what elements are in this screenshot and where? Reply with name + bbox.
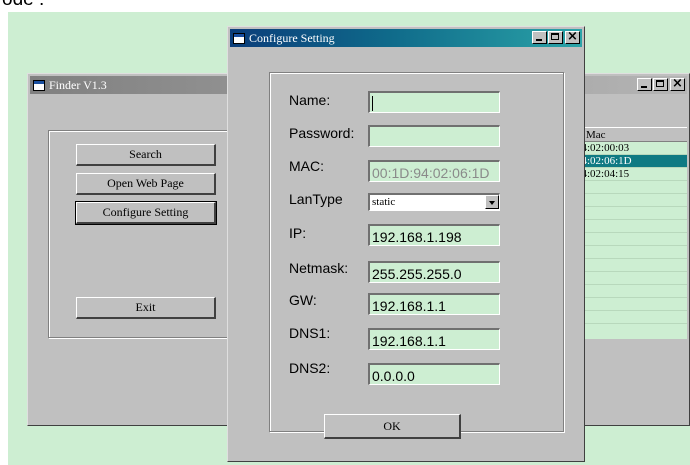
lantype-label: LanType	[289, 191, 343, 207]
dns1-field[interactable]: 192.168.1.1	[368, 328, 500, 350]
gw-field[interactable]: 192.168.1.1	[368, 293, 500, 315]
table-row-selected[interactable]: 94:02:06:1D	[576, 155, 687, 168]
table-row[interactable]	[576, 220, 687, 233]
lantype-select[interactable]: static	[368, 193, 500, 211]
name-field[interactable]	[368, 91, 500, 113]
ip-label: IP:	[289, 225, 307, 241]
configure-setting-dialog: Configure Setting × Name: Password: MAC:…	[227, 26, 585, 462]
text-caret	[372, 96, 373, 111]
table-row[interactable]: 94:02:04:15	[576, 168, 687, 181]
table-row[interactable]	[576, 285, 687, 298]
netmask-label: Netmask:	[289, 260, 349, 276]
window-app-icon	[233, 32, 245, 44]
dropdown-arrow-icon[interactable]	[485, 195, 499, 209]
dns1-label: DNS1:	[289, 325, 331, 341]
table-row[interactable]	[576, 311, 687, 324]
lantype-value: static	[372, 196, 396, 208]
table-row[interactable]	[576, 194, 687, 207]
dialog-title: Configure Setting	[249, 30, 335, 45]
dialog-titlebar[interactable]: Configure Setting ×	[230, 29, 582, 47]
ok-button[interactable]: OK	[324, 414, 461, 439]
maximize-icon[interactable]	[653, 78, 668, 91]
table-row[interactable]	[576, 207, 687, 220]
mac-label: MAC:	[289, 158, 324, 174]
table-row[interactable]	[576, 246, 687, 259]
open-web-page-button[interactable]: Open Web Page	[76, 173, 216, 195]
finder-window-controls: ×	[636, 76, 685, 91]
finder-title: Finder V1.3	[49, 77, 107, 92]
dns2-label: DNS2:	[289, 360, 331, 376]
mac-rows: 94:02:00:03 94:02:06:1D 94:02:04:15	[576, 142, 687, 324]
password-label: Password:	[289, 125, 355, 141]
maximize-icon[interactable]	[548, 31, 563, 44]
name-label: Name:	[289, 92, 331, 108]
table-row[interactable]	[576, 181, 687, 194]
minimize-icon[interactable]	[532, 31, 547, 44]
device-mac-list[interactable]: Mac 94:02:00:03 94:02:06:1D 94:02:04:15	[575, 127, 687, 339]
table-row[interactable]: 94:02:00:03	[576, 142, 687, 155]
dialog-window-controls: ×	[531, 29, 580, 44]
minimize-icon[interactable]	[637, 78, 652, 91]
dns2-field[interactable]: 0.0.0.0	[368, 363, 500, 385]
gw-label: GW:	[289, 292, 317, 308]
mac-field: 00:1D:94:02:06:1D	[368, 160, 500, 182]
table-row[interactable]	[576, 298, 687, 311]
close-icon[interactable]: ×	[565, 29, 580, 44]
netmask-field[interactable]: 255.255.255.0	[368, 261, 500, 283]
table-row[interactable]	[576, 259, 687, 272]
page-caption-fragment: ode :	[2, 0, 44, 11]
table-row[interactable]	[576, 233, 687, 246]
configure-setting-button[interactable]: Configure Setting	[75, 201, 217, 225]
mac-column-header[interactable]: Mac	[576, 127, 687, 142]
ip-field[interactable]: 192.168.1.198	[368, 224, 500, 246]
window-app-icon	[33, 79, 45, 91]
close-icon[interactable]: ×	[670, 76, 685, 91]
search-button[interactable]: Search	[76, 144, 216, 166]
password-field[interactable]	[368, 125, 500, 147]
exit-button[interactable]: Exit	[76, 297, 216, 319]
table-row[interactable]	[576, 272, 687, 285]
